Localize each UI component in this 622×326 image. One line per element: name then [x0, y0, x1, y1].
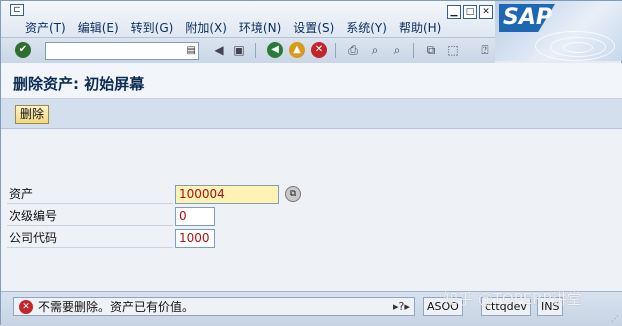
menu-item-environment[interactable]: 环境(N) — [239, 19, 281, 36]
asset-label: 资产 — [7, 185, 173, 204]
toolbar-separator — [335, 43, 336, 58]
save-icon[interactable]: ▣ — [231, 42, 247, 58]
main-area: 资产 100004 ⧉ 次级编号 0 公司代码 1000 — [1, 129, 622, 291]
error-icon: ✕ — [19, 300, 33, 314]
menu-item-system[interactable]: 系统(Y) — [346, 19, 387, 36]
menu-item-extras[interactable]: 附加(X) — [185, 19, 227, 36]
menu-item-help[interactable]: 帮助(H) — [399, 19, 441, 36]
command-history-icon[interactable]: ▤ — [187, 45, 196, 56]
cancel-icon[interactable]: ✕ — [311, 42, 327, 58]
status-toggle-icon[interactable]: ▸?▸ — [393, 300, 410, 313]
sap-window: ⊏ 资产(T) 编辑(E) 转到(G) 附加(X) 环境(N) 设置(S) 系统… — [0, 0, 622, 326]
system-menu-icon[interactable]: ⊏ — [10, 4, 24, 16]
maximize-icon[interactable]: □ — [463, 5, 477, 19]
sap-logo-text: SAP — [503, 5, 552, 30]
company-code-label: 公司代码 — [7, 229, 173, 248]
resize-grip-icon[interactable]: ⋰ — [611, 314, 619, 323]
minimize-icon[interactable]: ▁ — [447, 5, 461, 19]
back-nav-icon[interactable]: ◀ — [211, 42, 227, 58]
menu-item-asset[interactable]: 资产(T) — [25, 19, 66, 36]
exit-icon[interactable]: ▲ — [289, 42, 305, 58]
find-next-icon[interactable]: ⌕ — [389, 42, 405, 58]
status-message[interactable]: ✕ 不需要删除。资产已有价值。 — [13, 297, 415, 316]
status-message-text: 不需要删除。资产已有价值。 — [38, 300, 195, 314]
back-icon[interactable]: ◀ — [267, 42, 283, 58]
watermark: 知乎 @TOPERP讲堂 — [443, 290, 582, 308]
menu: 资产(T) 编辑(E) 转到(G) 附加(X) 环境(N) 设置(S) 系统(Y… — [25, 19, 453, 36]
standard-toolbar: ✔ ▤ ◀ ▣ ◀ ▲ ✕ ⎙ ⌕ ⌕ ⧉ ⬚ ⍰ — [1, 37, 495, 63]
toolbar-separator — [413, 43, 414, 58]
menu-item-edit[interactable]: 编辑(E) — [78, 19, 119, 36]
toolbar-separator — [255, 43, 256, 58]
screen-title-bar: 删除资产: 初始屏幕 — [1, 63, 622, 99]
page-title: 删除资产: 初始屏幕 — [13, 75, 145, 93]
subnumber-label: 次级编号 — [7, 207, 173, 226]
print-icon[interactable]: ⎙ — [345, 42, 361, 58]
find-icon[interactable]: ⌕ — [367, 42, 383, 58]
create-session-icon[interactable]: ⧉ — [423, 42, 439, 58]
sap-logo: SAP — [495, 1, 622, 61]
application-toolbar: 删除 — [1, 99, 622, 129]
menu-item-settings[interactable]: 设置(S) — [293, 19, 334, 36]
company-code-input[interactable]: 1000 — [175, 229, 215, 248]
close-icon[interactable]: ✕ — [479, 5, 493, 19]
value-help-icon[interactable]: ⧉ — [285, 186, 301, 202]
asset-input[interactable]: 100004 — [175, 185, 279, 204]
help-icon[interactable]: ⍰ — [477, 42, 493, 58]
enter-icon[interactable]: ✔ — [15, 42, 31, 58]
shortcut-icon[interactable]: ⬚ — [445, 42, 461, 58]
delete-button[interactable]: 删除 — [15, 105, 50, 124]
command-field[interactable]: ▤ — [45, 42, 199, 60]
subnumber-input[interactable]: 0 — [175, 207, 215, 226]
window-controls: ▁ □ ✕ — [447, 5, 493, 19]
menu-item-goto[interactable]: 转到(G) — [131, 19, 174, 36]
